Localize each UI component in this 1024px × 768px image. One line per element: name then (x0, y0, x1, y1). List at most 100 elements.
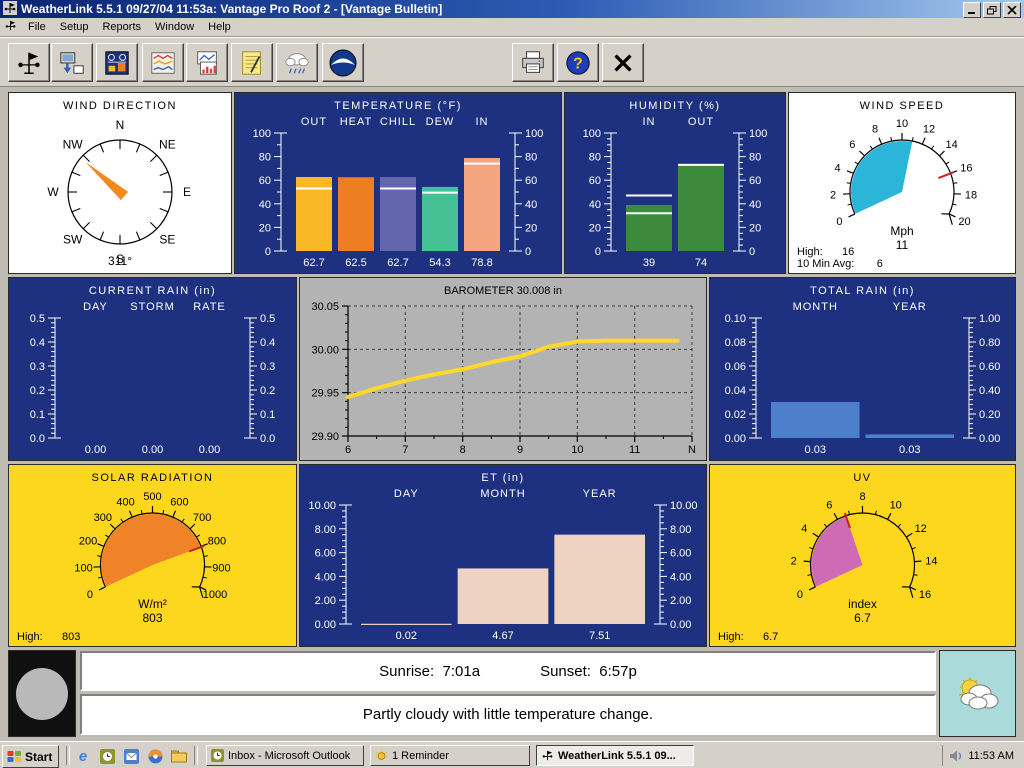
svg-text:index: index (848, 597, 877, 611)
close-button[interactable] (1003, 2, 1021, 18)
svg-text:900: 900 (212, 562, 230, 574)
notes-icon (238, 49, 266, 77)
svg-text:0.5: 0.5 (30, 313, 45, 325)
svg-text:20: 20 (525, 222, 537, 234)
svg-text:60: 60 (259, 175, 271, 187)
svg-text:0: 0 (87, 589, 93, 601)
uv-panel: UV0246810121416index6.7High:6.7 (709, 464, 1016, 647)
help-button[interactable]: ? (557, 43, 599, 82)
rain-icon (283, 49, 311, 77)
svg-text:CURRENT RAIN (in): CURRENT RAIN (in) (89, 285, 216, 297)
task-button-outlook[interactable]: Inbox - Microsoft Outlook (206, 745, 364, 766)
folder-quicklaunch-icon[interactable] (170, 747, 188, 765)
start-button[interactable]: Start (2, 745, 59, 768)
task-button-weatherlink[interactable]: WeatherLink 5.5.1 09... (536, 745, 694, 766)
task-button-reminder[interactable]: 1 Reminder (370, 745, 530, 766)
svg-text:0.00: 0.00 (142, 444, 163, 456)
svg-text:62.7: 62.7 (387, 257, 408, 269)
svg-text:7.51: 7.51 (589, 630, 610, 642)
svg-text:600: 600 (170, 496, 188, 508)
wind-speed-panel: WIND SPEED02468101214161820Mph11High:161… (788, 92, 1016, 274)
help-icon: ? (564, 49, 592, 77)
svg-text:803: 803 (142, 611, 162, 625)
svg-text:20: 20 (749, 222, 761, 234)
windows-logo-icon (7, 750, 22, 763)
svg-text:6.00: 6.00 (315, 548, 336, 560)
svg-text:12: 12 (915, 523, 927, 535)
svg-text:High:: High: (17, 631, 43, 643)
svg-text:500: 500 (143, 491, 161, 503)
rain-button[interactable] (276, 43, 318, 82)
menu-bar: File Setup Reports Window Help (0, 18, 1024, 37)
svg-text:8: 8 (859, 491, 865, 503)
station-button[interactable] (8, 43, 50, 82)
bulletin-button[interactable] (96, 43, 138, 82)
svg-text:39: 39 (643, 257, 655, 269)
svg-text:100: 100 (583, 128, 601, 140)
svg-text:100: 100 (74, 562, 92, 574)
partly-cloudy-icon (954, 674, 1002, 714)
svg-text:54.3: 54.3 (429, 257, 450, 269)
svg-text:0.00: 0.00 (199, 444, 220, 456)
svg-text:HUMIDITY (%): HUMIDITY (%) (629, 100, 720, 112)
svg-text:W/m²: W/m² (138, 597, 167, 611)
svg-text:10: 10 (896, 118, 908, 130)
weatherlink-icon (541, 749, 554, 762)
svg-text:0.08: 0.08 (725, 337, 746, 349)
svg-text:80: 80 (259, 152, 271, 164)
svg-text:78.8: 78.8 (471, 257, 492, 269)
download-icon (58, 49, 86, 77)
svg-text:12: 12 (923, 123, 935, 135)
toolbar: ? (0, 37, 1024, 87)
svg-text:Mph: Mph (890, 224, 913, 238)
noaa-button[interactable] (322, 43, 364, 82)
summary-button[interactable] (186, 43, 228, 82)
svg-text:10: 10 (571, 444, 583, 456)
svg-text:80: 80 (749, 152, 761, 164)
menu-window[interactable]: Window (148, 19, 201, 35)
svg-text:SOLAR RADIATION: SOLAR RADIATION (92, 472, 214, 484)
menu-setup[interactable]: Setup (53, 19, 96, 35)
svg-text:9: 9 (517, 444, 523, 456)
svg-text:6.7: 6.7 (854, 611, 871, 625)
svg-text:IN: IN (643, 116, 656, 128)
strip-chart-button[interactable] (142, 43, 184, 82)
svg-text:SE: SE (159, 232, 175, 246)
svg-text:40: 40 (259, 199, 271, 211)
close-bulletin-button[interactable] (602, 43, 644, 82)
temperature-panel: TEMPERATURE (°F)020406080100020406080100… (234, 92, 562, 274)
forecast-text: Partly cloudy with little temperature ch… (363, 706, 653, 723)
svg-text:14: 14 (925, 555, 937, 567)
svg-text:YEAR: YEAR (583, 488, 617, 500)
menu-reports[interactable]: Reports (95, 19, 148, 35)
svg-text:SW: SW (63, 232, 83, 246)
svg-text:1.00: 1.00 (979, 313, 1000, 325)
forecast-bar: Partly cloudy with little temperature ch… (80, 694, 936, 735)
print-button[interactable] (512, 43, 554, 82)
outlook-quicklaunch-icon[interactable] (98, 747, 116, 765)
mdi-child-icon (4, 19, 17, 35)
download-button[interactable] (51, 43, 93, 82)
svg-text:0.04: 0.04 (725, 385, 746, 397)
svg-text:8.00: 8.00 (670, 524, 691, 536)
minimize-button[interactable] (963, 2, 981, 18)
notes-button[interactable] (231, 43, 273, 82)
svg-text:100: 100 (253, 128, 271, 140)
svg-text:OUT: OUT (301, 116, 327, 128)
volume-icon[interactable] (949, 749, 963, 763)
menu-help[interactable]: Help (201, 19, 238, 35)
restore-button[interactable] (983, 2, 1001, 18)
svg-text:400: 400 (116, 496, 134, 508)
media-player-quicklaunch-icon[interactable] (146, 747, 164, 765)
outlook-express-quicklaunch-icon[interactable] (122, 747, 140, 765)
menu-file[interactable]: File (21, 19, 53, 35)
svg-text:0.00: 0.00 (85, 444, 106, 456)
close-icon (609, 49, 637, 77)
strip-chart-icon (149, 49, 177, 77)
svg-text:60: 60 (589, 175, 601, 187)
svg-text:MONTH: MONTH (793, 301, 838, 313)
ie-quicklaunch-icon[interactable]: e (74, 747, 92, 765)
reminder-icon (375, 749, 388, 762)
svg-text:16: 16 (842, 246, 854, 258)
svg-text:40: 40 (525, 199, 537, 211)
